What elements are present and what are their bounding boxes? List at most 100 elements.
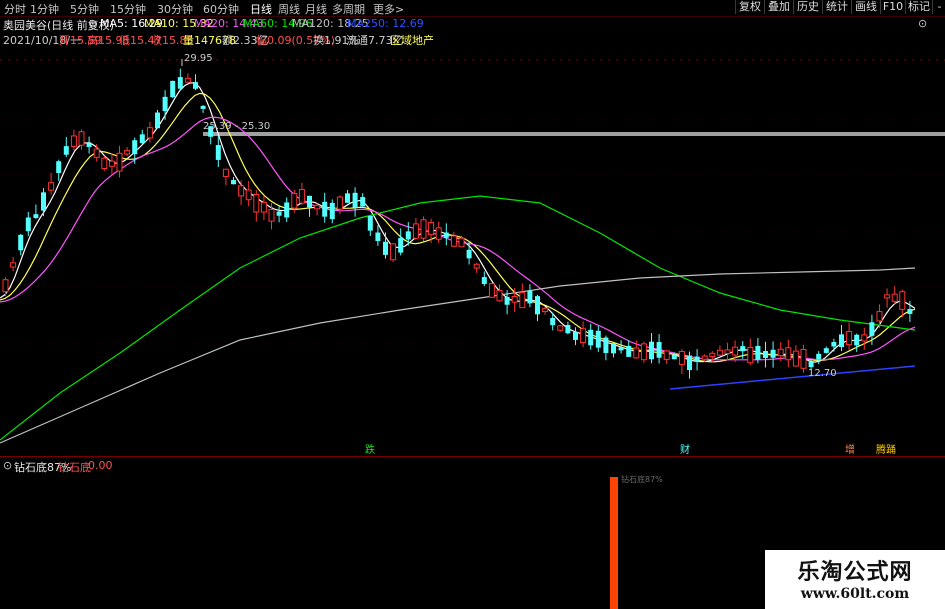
period-tab-60min[interactable]: 60分钟 xyxy=(203,1,239,17)
period-tab-daily[interactable]: 日线 xyxy=(250,1,272,17)
candle-body xyxy=(687,355,692,371)
candle-body xyxy=(709,352,716,358)
period-tab-15min[interactable]: 15分钟 xyxy=(110,1,146,17)
candle-body xyxy=(785,347,792,361)
history-button[interactable]: 历史 xyxy=(793,0,822,14)
candle-body xyxy=(41,192,46,211)
candle-body xyxy=(854,334,860,346)
ma5-line xyxy=(0,82,916,363)
expand-icon[interactable]: ⊙ xyxy=(918,17,927,30)
candle-body xyxy=(458,237,465,248)
candle-body xyxy=(231,180,236,185)
candle-body xyxy=(177,77,183,89)
candle-body xyxy=(108,160,115,167)
candle-body xyxy=(155,112,160,129)
f10-button[interactable]: F10 xyxy=(880,0,905,14)
candle-body xyxy=(550,318,556,326)
candle-body xyxy=(542,307,549,313)
candle-body xyxy=(101,157,108,169)
candle-body xyxy=(716,349,723,356)
overlay-button[interactable]: 叠加 xyxy=(764,0,793,14)
period-tab-multi[interactable]: 多周期 xyxy=(332,1,365,17)
period-tab-30min[interactable]: 30分钟 xyxy=(157,1,193,17)
price-range-label: 25.39 - 25.30 xyxy=(203,121,270,132)
candle-body xyxy=(33,214,39,219)
period-tab-monthly[interactable]: 月线 xyxy=(305,1,327,17)
period-tab-5min[interactable]: 5分钟 xyxy=(70,1,99,17)
stats-button[interactable]: 统计 xyxy=(822,0,851,14)
candle-body xyxy=(428,222,435,236)
candle-body xyxy=(18,234,24,251)
candle-body xyxy=(573,331,578,340)
candle-body xyxy=(732,346,739,356)
candle-body xyxy=(481,277,487,284)
candle-body xyxy=(329,202,335,220)
quote-sector[interactable]: 区域地产 xyxy=(390,32,434,48)
candle-body xyxy=(222,168,229,178)
candle-body xyxy=(755,345,761,360)
candle-body xyxy=(314,204,321,210)
candle-body xyxy=(899,291,906,310)
marker-surge[interactable]: 腾踊 xyxy=(876,443,896,456)
candle-body xyxy=(10,262,17,268)
period-tab-minute[interactable]: 分时 xyxy=(4,1,26,17)
candle-body xyxy=(70,135,77,147)
marker-finance[interactable]: 财 xyxy=(680,443,690,456)
candle-body xyxy=(640,343,647,361)
candle-body xyxy=(557,325,564,331)
candle-body xyxy=(618,347,624,351)
mark-button[interactable]: 标记 xyxy=(905,0,932,14)
candlestick-chart[interactable]: 29.95 25.39 - 25.30 12.70 跌 财 增 腾踊 xyxy=(0,48,945,456)
candle-body xyxy=(527,290,533,304)
candle-body xyxy=(245,189,252,201)
candle-body xyxy=(777,348,784,357)
candle-body xyxy=(694,356,700,362)
candle-body xyxy=(298,189,305,204)
candle-body xyxy=(763,350,768,358)
candle-body xyxy=(405,231,411,240)
candle-body xyxy=(116,152,123,172)
candle-body xyxy=(656,342,662,358)
candle-body xyxy=(435,227,442,240)
watermark-logo: 乐淘公式网 www.60lt.com xyxy=(765,550,945,609)
watermark-url: www.60lt.com xyxy=(800,586,910,602)
candle-body xyxy=(747,346,754,364)
candle-body xyxy=(831,342,837,347)
adjust-button[interactable]: 复权 xyxy=(735,0,764,14)
candle-body xyxy=(701,355,708,360)
marker-increase[interactable]: 增 xyxy=(845,443,855,456)
period-tab-1min[interactable]: 1分钟 xyxy=(30,1,59,17)
candle-body xyxy=(2,279,9,293)
candle-body xyxy=(253,194,260,213)
indicator-bar[interactable] xyxy=(610,477,618,609)
period-toolbar: 分时 1分钟 5分钟 15分钟 30分钟 60分钟 日线 周线 月线 多周期 更… xyxy=(0,0,945,17)
candle-body xyxy=(345,193,350,203)
candle-body xyxy=(663,350,670,360)
collapse-button[interactable]: - xyxy=(932,0,945,14)
candle-body xyxy=(284,202,290,218)
candle-body xyxy=(907,309,913,314)
candle-body xyxy=(891,293,898,302)
candle-body xyxy=(611,343,616,354)
low-label: 12.70 xyxy=(808,368,837,379)
candle-body xyxy=(450,235,457,247)
candle-body xyxy=(671,354,677,360)
candle-body xyxy=(375,232,381,242)
candle-body xyxy=(626,345,632,357)
period-tab-weekly[interactable]: 周线 xyxy=(278,1,300,17)
support-trend-line[interactable] xyxy=(669,365,916,390)
candle-body xyxy=(93,148,100,158)
draw-button[interactable]: 画线 xyxy=(851,0,880,14)
candle-body xyxy=(200,105,206,109)
candle-body xyxy=(633,347,640,359)
watermark-title: 乐淘公式网 xyxy=(797,559,913,585)
candle-body xyxy=(383,241,388,255)
period-tab-more[interactable]: 更多> xyxy=(373,1,404,17)
candle-body xyxy=(260,201,267,213)
candle-body xyxy=(412,223,419,239)
marker-drop[interactable]: 跌 xyxy=(365,443,375,456)
quote-line: 2021/10/18/一 开15.59 高15.98 低15.47 收15.85… xyxy=(0,32,945,48)
candle-body xyxy=(816,353,822,360)
settings-icon[interactable]: ⊙ xyxy=(88,17,97,30)
candle-body xyxy=(869,322,875,336)
